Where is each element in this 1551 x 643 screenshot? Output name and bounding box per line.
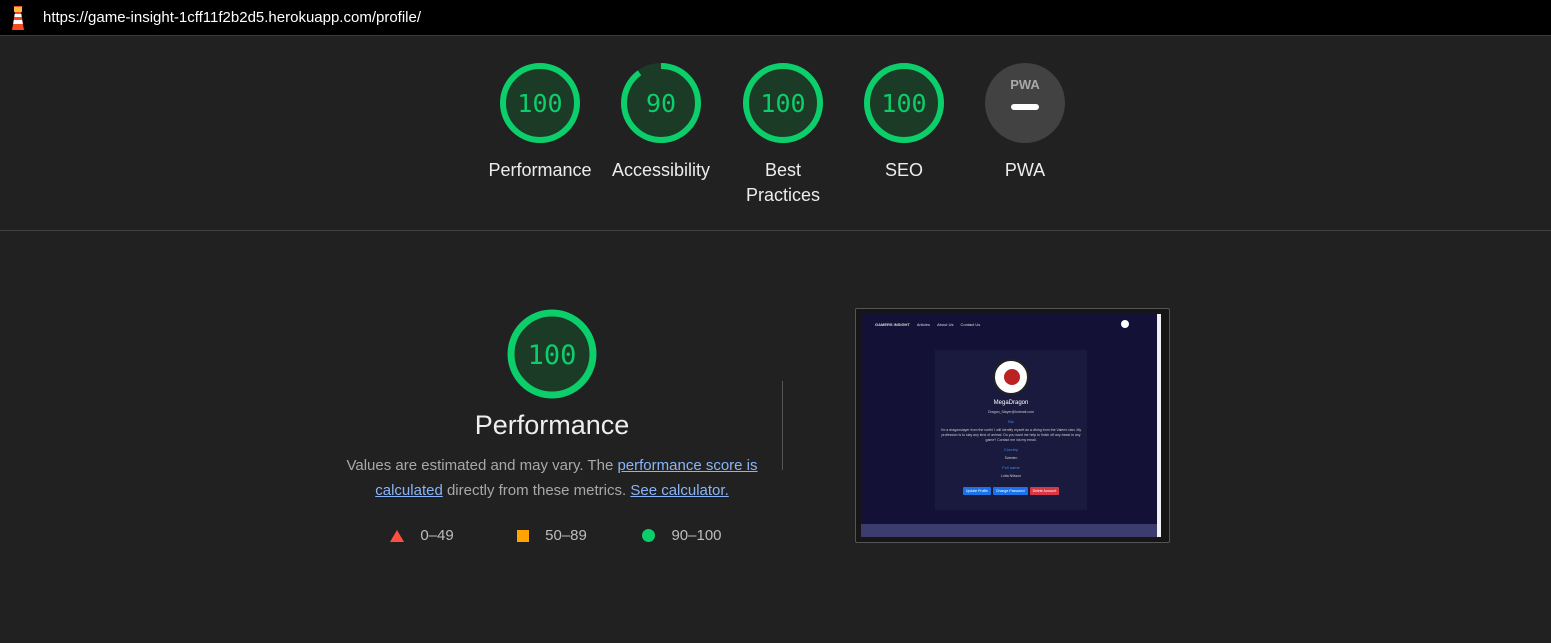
legend-average: 50–89 xyxy=(487,527,617,544)
pwa-dash-icon xyxy=(1011,104,1039,110)
profile-bio-heading: Bio xyxy=(1008,419,1014,424)
performance-description: Values are estimated and may vary. The p… xyxy=(340,453,764,503)
gauge-score: 100 xyxy=(760,89,805,118)
gauge-score: 100 xyxy=(517,89,562,118)
url-bar: https://game-insight-1cff11f2b2d5.heroku… xyxy=(0,0,1551,36)
legend-range: 90–100 xyxy=(671,527,722,544)
user-icon xyxy=(1119,318,1131,330)
triangle-icon xyxy=(390,529,405,542)
pwa-badge-icon: PWA xyxy=(985,63,1065,143)
profile-fullname: Lotta Nilsson xyxy=(1000,474,1022,478)
square-icon xyxy=(517,529,530,542)
change-password-button: Change Password xyxy=(993,487,1028,495)
gauge-score: 100 xyxy=(881,89,926,118)
section-divider xyxy=(0,230,1551,231)
profile-fullname-heading: Full name xyxy=(1002,465,1020,470)
circle-icon xyxy=(642,529,656,542)
gauge-label: Best Practices xyxy=(745,160,821,205)
legend-fail: 0–49 xyxy=(357,527,487,544)
screenshot-brand: GAMERS INSIGHT xyxy=(875,321,910,327)
gauge-performance[interactable]: 100 Performance xyxy=(480,62,600,183)
screenshot-nav-item: Contact Us xyxy=(960,321,981,327)
screenshot-nav-item: Articles xyxy=(916,321,931,327)
gauge-label: Performance xyxy=(488,160,592,180)
lighthouse-logo-icon xyxy=(12,5,24,30)
avatar xyxy=(993,359,1029,395)
screenshot-scrollbar xyxy=(1157,314,1161,537)
legend-range: 0–49 xyxy=(420,527,454,544)
performance-gauge-icon: 100 xyxy=(500,63,580,143)
performance-summary: 100 Performance Values are estimated and… xyxy=(340,308,764,544)
see-calculator-link[interactable]: See calculator. xyxy=(630,482,728,499)
seo-gauge-icon: 100 xyxy=(864,63,944,143)
gauge-best-practices[interactable]: 100 Best Practices xyxy=(723,62,843,208)
gauge-seo[interactable]: 100 SEO xyxy=(844,62,964,183)
profile-country-heading: Country xyxy=(1003,447,1018,452)
performance-title: Performance xyxy=(474,410,630,440)
profile-buttons: Update Profile Change Password Delete Ac… xyxy=(935,487,1087,495)
legend-pass: 90–100 xyxy=(617,527,747,544)
gauge-label: Accessibility xyxy=(611,160,711,180)
delete-account-button: Delete Account xyxy=(1029,487,1060,495)
legend-range: 50–89 xyxy=(545,527,587,544)
screenshot-footer xyxy=(861,524,1157,537)
final-screenshot[interactable]: GAMERS INSIGHT Articles About Us Contact… xyxy=(855,308,1170,543)
profile-username: MegaDragon xyxy=(993,400,1029,406)
profile-bio: I'm a dragonslayer from the north! I wil… xyxy=(940,428,1082,442)
screenshot-nav-item: About Us xyxy=(937,321,954,327)
update-profile-button: Update Profile xyxy=(962,487,992,495)
screenshot-navbar: GAMERS INSIGHT Articles About Us Contact… xyxy=(861,314,1161,334)
gauge-accessibility[interactable]: 90 Accessibility xyxy=(601,62,721,183)
screenshot-viewport: GAMERS INSIGHT Articles About Us Contact… xyxy=(861,314,1161,537)
gauge-label: PWA xyxy=(1004,160,1046,180)
desc-text: directly from these metrics. xyxy=(442,482,631,499)
pwa-badge-text: PWA xyxy=(1010,77,1040,92)
profile-email: Dragon_Slayer@hotmail.com xyxy=(988,410,1034,414)
gauge-score: 90 xyxy=(646,89,676,118)
category-gauges: 100 Performance 90 Accessibility 100 Bes… xyxy=(0,62,1551,212)
profile-card: MegaDragon Dragon_Slayer@hotmail.com Bio… xyxy=(935,350,1087,510)
profile-country: Sweden xyxy=(1004,456,1018,460)
score-legend: 0–49 50–89 90–100 xyxy=(340,527,764,544)
best-practices-gauge-icon: 100 xyxy=(743,63,823,143)
accessibility-gauge-icon: 90 xyxy=(621,63,701,143)
desc-text: Values are estimated and may vary. The xyxy=(346,457,618,474)
performance-large-gauge-icon: 100 xyxy=(507,309,597,399)
page-url: https://game-insight-1cff11f2b2d5.heroku… xyxy=(43,9,422,26)
gauge-pwa[interactable]: PWA PWA xyxy=(965,62,1085,183)
gauge-label: SEO xyxy=(884,160,923,180)
vertical-divider xyxy=(782,381,783,470)
performance-score: 100 xyxy=(528,340,577,371)
